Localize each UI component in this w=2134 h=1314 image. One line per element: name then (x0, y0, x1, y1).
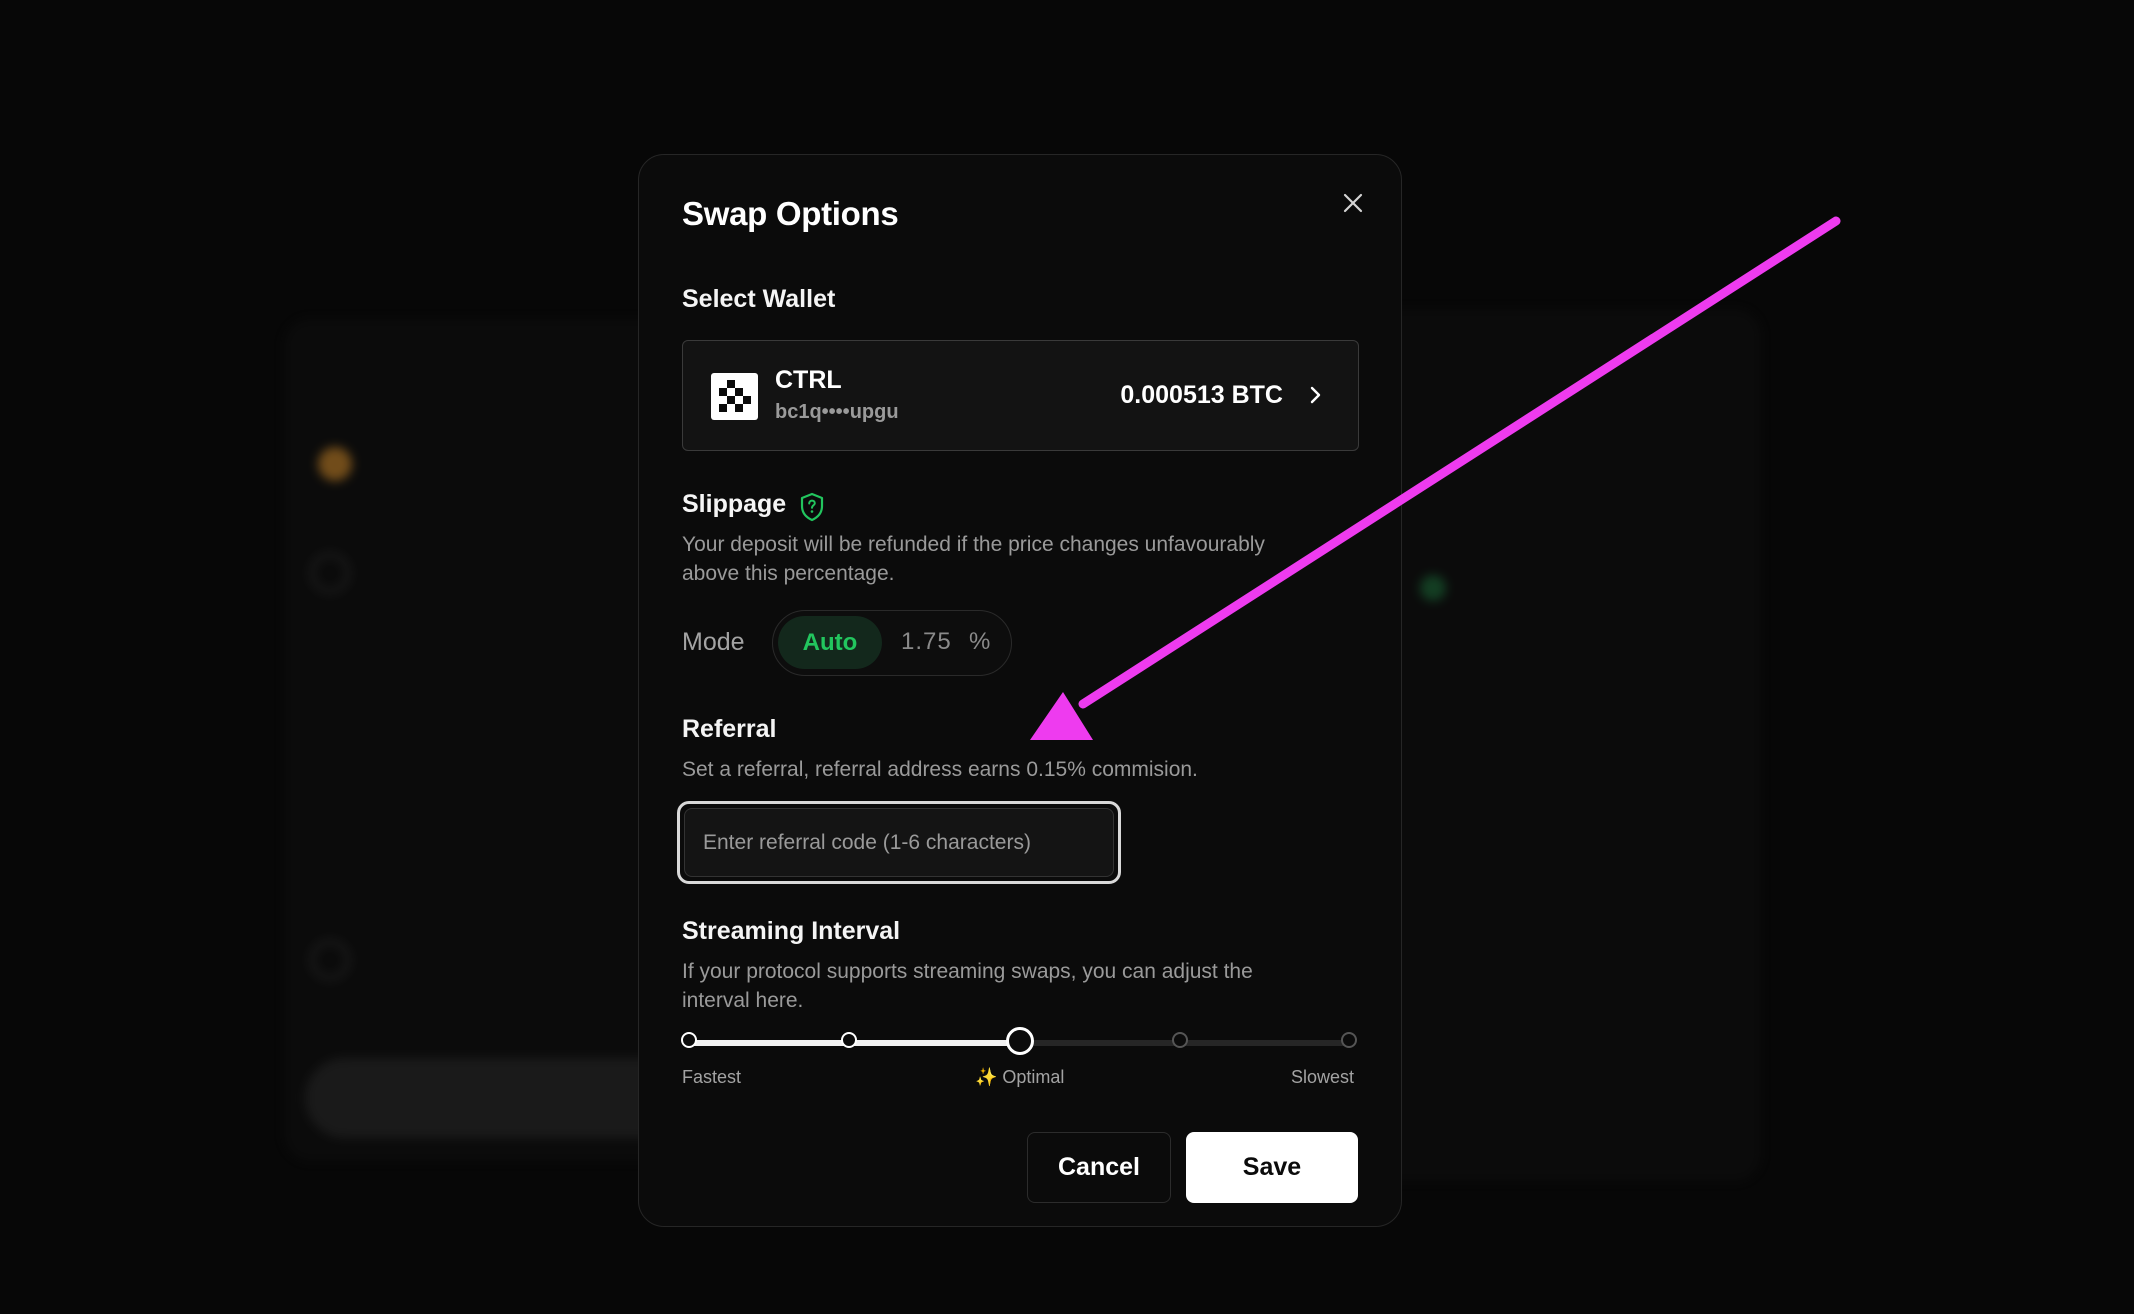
annotation-arrow-icon (1030, 216, 1841, 740)
